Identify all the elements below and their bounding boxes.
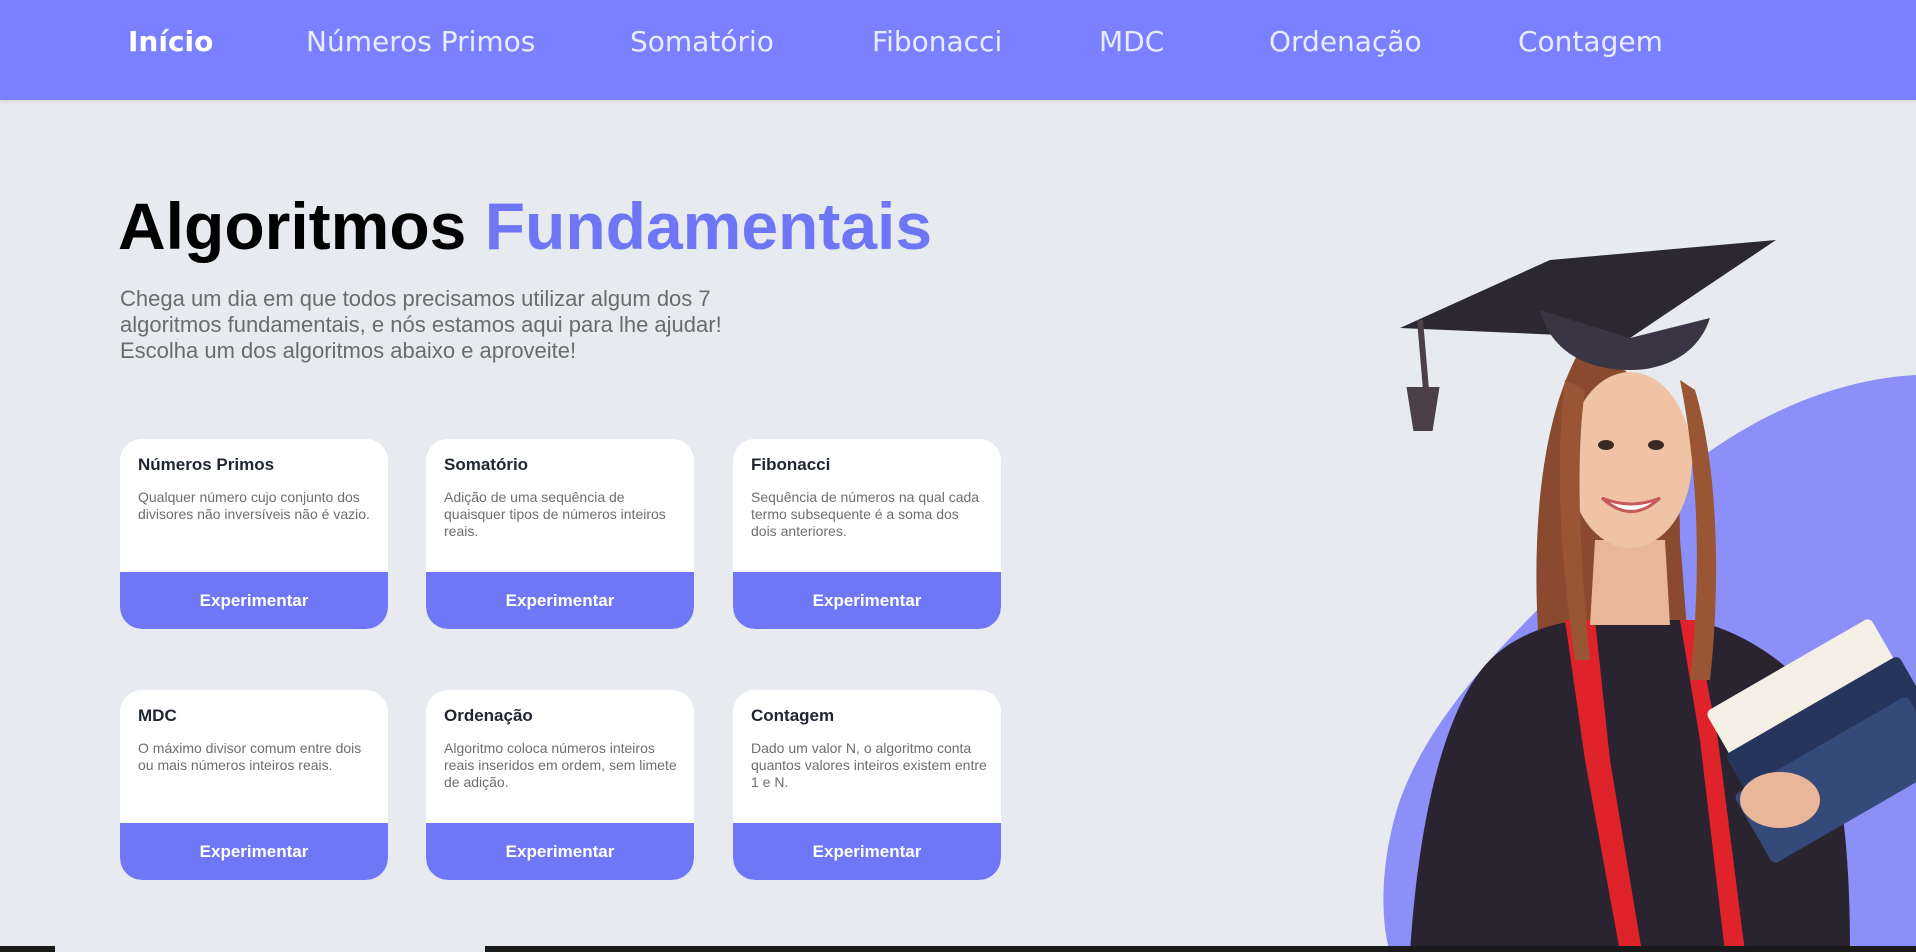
card-title: MDC (138, 706, 177, 725)
card-description: O máximo divisor comum entre dois ou mai… (138, 740, 362, 773)
card-description: Dado um valor N, o algoritmo conta quant… (751, 740, 987, 790)
card-title: Somatório (444, 455, 529, 474)
hero-title-accent: Fundamentais (484, 189, 933, 263)
hand-shape (1740, 772, 1820, 828)
card-ordenacao: Ordenação Algoritmo coloca números intei… (426, 690, 694, 880)
eye-shape (1648, 440, 1664, 450)
hero-description: Chega um dia em que todos precisamos uti… (120, 286, 820, 364)
card-description: Algoritmo coloca números inteiros reais … (444, 740, 677, 790)
face-shape (1568, 372, 1692, 548)
eye-shape (1598, 440, 1614, 450)
hero-description-line: algoritmos fundamentais, e nós estamos a… (120, 312, 722, 337)
card-numeros-primos: Números Primos Qualquer número cujo conj… (120, 439, 388, 629)
card-contagem: Contagem Dado um valor N, o algoritmo co… (733, 690, 1001, 880)
hero-description-line: Chega um dia em que todos precisamos uti… (120, 286, 711, 311)
tassel-shape (1406, 319, 1440, 431)
cap-board-shape (1400, 240, 1776, 338)
experimentar-button-mdc[interactable]: Experimentar (120, 823, 388, 880)
card-fibonacci: Fibonacci Sequência de números na qual c… (733, 439, 1001, 629)
card-somatorio: Somatório Adição de uma sequência de qua… (426, 439, 694, 629)
experimentar-button-somatorio[interactable]: Experimentar (426, 572, 694, 629)
nav-item-ordenacao[interactable]: Ordenação (1269, 25, 1422, 58)
card-description: Sequência de números na qual cada termo … (751, 489, 980, 539)
card-description: Adição de uma sequência de quaisquer tip… (444, 489, 666, 539)
hero-description-line: Escolha um dos algoritmos abaixo e aprov… (120, 338, 577, 363)
experimentar-button-fibonacci[interactable]: Experimentar (733, 572, 1001, 629)
hero-title-main: Algoritmos (118, 189, 467, 263)
neck-shape (1590, 540, 1670, 625)
graduate-illustration (1383, 240, 1916, 952)
nav-item-inicio[interactable]: Início (128, 25, 213, 58)
card-title: Fibonacci (751, 455, 831, 474)
nav-item-numeros-primos[interactable]: Números Primos (306, 25, 535, 58)
bottom-border (0, 946, 55, 952)
top-navbar: Início Números Primos Somatório Fibonacc… (0, 0, 1916, 100)
nav-item-somatorio[interactable]: Somatório (630, 25, 774, 58)
experimentar-button-contagem[interactable]: Experimentar (733, 823, 1001, 880)
card-title: Ordenação (444, 706, 533, 725)
nav-item-contagem[interactable]: Contagem (1518, 25, 1663, 58)
experimentar-button-ordenacao[interactable]: Experimentar (426, 823, 694, 880)
page: Início Números Primos Somatório Fibonacc… (0, 0, 1916, 952)
nav-item-fibonacci[interactable]: Fibonacci (872, 25, 1002, 58)
nav-item-mdc[interactable]: MDC (1099, 25, 1164, 58)
card-title: Números Primos (138, 455, 275, 474)
hero-title: Algoritmos Fundamentais (118, 186, 932, 266)
card-description: Qualquer número cujo conjunto dos diviso… (138, 489, 370, 522)
card-mdc: MDC O máximo divisor comum entre dois ou… (120, 690, 388, 880)
experimentar-button-numeros-primos[interactable]: Experimentar (120, 572, 388, 629)
card-title: Contagem (751, 706, 835, 725)
bottom-border (485, 946, 1916, 952)
